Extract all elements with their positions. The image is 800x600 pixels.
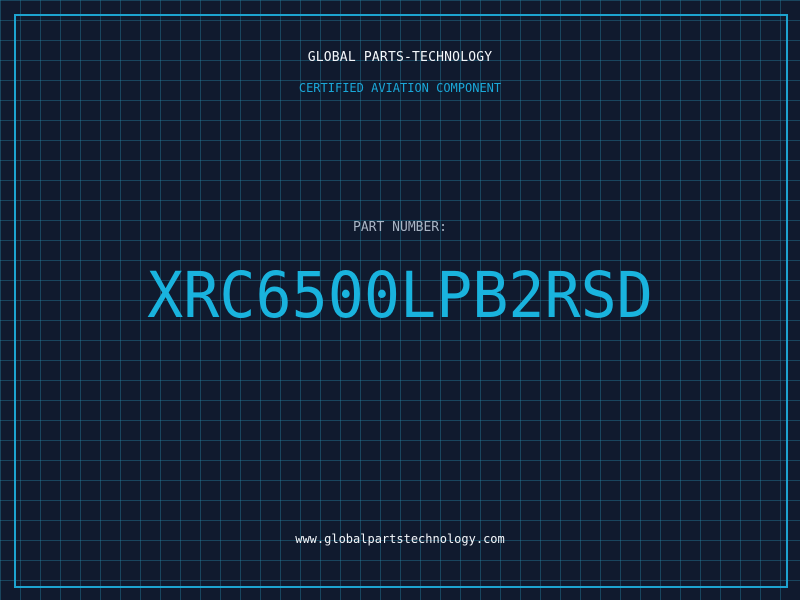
part-number-value: XRC6500LPB2RSD: [147, 259, 653, 333]
part-label-card: GLOBAL PARTS-TECHNOLOGY CERTIFIED AVIATI…: [0, 0, 800, 600]
company-name: GLOBAL PARTS-TECHNOLOGY: [307, 50, 493, 65]
part-number-label: PART NUMBER:: [353, 220, 447, 235]
website-url: www.globalpartstechnology.com: [295, 532, 505, 546]
certification-subtitle: CERTIFIED AVIATION COMPONENT: [298, 81, 502, 95]
